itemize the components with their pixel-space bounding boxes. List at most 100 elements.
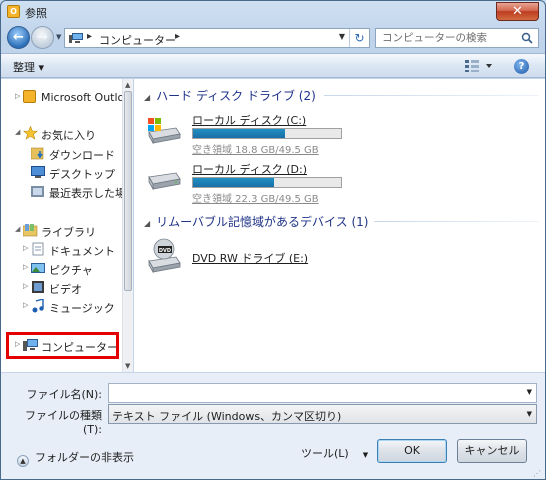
nav-item-documents[interactable]: ▷ ドキュメント bbox=[1, 240, 122, 259]
drive-c[interactable]: ローカル ディスク (C:) 空き領域 18.8 GB/49.5 GB bbox=[146, 112, 346, 156]
navigation-row: ← → ▼ ▸ コンピューター ▸ ▼ ↻ bbox=[1, 24, 545, 52]
breadcrumb-separator-trailing[interactable]: ▸ bbox=[175, 31, 180, 42]
videos-icon bbox=[32, 281, 44, 293]
expand-arrow-icon[interactable]: ▷ bbox=[23, 282, 28, 290]
recent-places-icon bbox=[31, 186, 44, 197]
nav-pane-scrollbar[interactable]: ▲ ▼ bbox=[122, 79, 133, 372]
organize-button[interactable]: 整理 ▾ bbox=[13, 59, 44, 75]
expand-arrow-icon[interactable]: ▷ bbox=[23, 301, 28, 309]
cancel-button[interactable]: キャンセル bbox=[457, 439, 527, 463]
breadcrumb-computer[interactable]: コンピューター bbox=[99, 32, 176, 48]
filetype-select[interactable]: テキスト ファイル (Windows、カンマ区切り) ▼ bbox=[108, 404, 537, 424]
drive-usage-bar bbox=[192, 128, 342, 139]
collapse-arrow-icon[interactable]: ◢ bbox=[144, 219, 150, 228]
collapse-arrow-icon[interactable]: ◢ bbox=[144, 93, 150, 102]
group-header-removable[interactable]: ◢ リムーバブル記憶域があるデバイス (1) bbox=[144, 213, 369, 230]
hide-folders-label: フォルダーの非表示 bbox=[35, 451, 134, 464]
nav-item-libraries[interactable]: ◢ ライブラリ bbox=[1, 221, 122, 240]
title-bar: O 参照 ✕ bbox=[1, 1, 545, 23]
drive-dvd[interactable]: DVD DVD RW ドライブ (E:) bbox=[146, 237, 346, 279]
dropdown-arrow-icon[interactable]: ▼ bbox=[527, 410, 532, 418]
nav-item-label: ダウンロード bbox=[49, 149, 115, 162]
collapse-arrow-icon[interactable]: ◢ bbox=[15, 128, 20, 136]
outlook-app-icon: O bbox=[7, 5, 20, 18]
search-icon bbox=[521, 32, 533, 44]
filetype-label: ファイルの種類(T): bbox=[25, 409, 102, 436]
nav-item-videos[interactable]: ▷ ビデオ bbox=[1, 278, 122, 297]
drive-usage-bar bbox=[192, 177, 342, 188]
browse-dialog: O 参照 ✕ ← → ▼ ▸ コンピューター ▸ ▼ ↻ 整理 ▾ bbox=[0, 0, 546, 480]
filename-label: ファイル名(N): bbox=[26, 388, 102, 401]
close-button[interactable]: ✕ bbox=[496, 2, 539, 21]
drive-usage-fill bbox=[193, 178, 275, 187]
drive-usage-fill bbox=[193, 129, 285, 138]
nav-item-downloads[interactable]: ダウンロード bbox=[1, 144, 122, 163]
filename-input[interactable] bbox=[112, 386, 517, 400]
group-divider bbox=[374, 221, 539, 222]
scroll-up-icon[interactable]: ▲ bbox=[125, 81, 130, 89]
svg-text:DVD: DVD bbox=[159, 248, 171, 254]
help-icon[interactable]: ? bbox=[514, 59, 529, 74]
music-icon bbox=[32, 299, 44, 313]
breadcrumb-separator[interactable]: ▸ bbox=[87, 31, 92, 42]
ok-button[interactable]: OK bbox=[377, 439, 447, 463]
documents-icon bbox=[32, 242, 44, 256]
nav-item-favorites[interactable]: ◢ お気に入り bbox=[1, 124, 122, 143]
drive-d[interactable]: ローカル ディスク (D:) 空き領域 22.3 GB/49.5 GB bbox=[146, 161, 346, 205]
group-header-hard-drives[interactable]: ◢ ハード ディスク ドライブ (2) bbox=[144, 87, 316, 104]
drive-name: ローカル ディスク (C:) bbox=[192, 114, 307, 127]
expand-arrow-icon[interactable]: ▷ bbox=[23, 244, 28, 252]
address-bar[interactable]: ▸ コンピューター ▸ ▼ ↻ bbox=[64, 28, 370, 48]
recent-pages-dropdown-icon[interactable]: ▼ bbox=[56, 33, 61, 41]
nav-item-outlook[interactable]: ▷ Microsoft Outlook bbox=[1, 88, 122, 107]
drive-name: ローカル ディスク (D:) bbox=[192, 163, 307, 176]
search-input[interactable] bbox=[382, 31, 512, 45]
nav-item-recent-places[interactable]: 最近表示した場所 bbox=[1, 182, 122, 201]
highlight-box bbox=[6, 332, 119, 359]
nav-item-pictures[interactable]: ▷ ピクチャ bbox=[1, 259, 122, 278]
download-folder-icon bbox=[31, 147, 44, 160]
nav-item-label: ビデオ bbox=[49, 283, 82, 296]
desktop-icon bbox=[31, 166, 45, 178]
nav-item-label: Microsoft Outlook bbox=[41, 91, 122, 104]
drive-free-space: 空き領域 22.3 GB/49.5 GB bbox=[192, 194, 319, 205]
nav-item-desktop[interactable]: デスクトップ bbox=[1, 163, 122, 182]
search-box[interactable] bbox=[375, 28, 539, 48]
view-options-icon[interactable] bbox=[464, 59, 494, 73]
hide-folders-button[interactable]: ▲ フォルダーの非表示 bbox=[17, 449, 134, 467]
address-dropdown-icon[interactable]: ▼ bbox=[339, 32, 345, 41]
nav-item-label: ドキュメント bbox=[49, 245, 115, 258]
nav-item-label: 最近表示した場所 bbox=[49, 187, 122, 200]
back-button[interactable]: ← bbox=[7, 26, 30, 49]
drive-name: DVD RW ドライブ (E:) bbox=[192, 252, 309, 265]
group-header-label: ハード ディスク ドライブ (2) bbox=[156, 89, 316, 103]
dvd-drive-icon: DVD bbox=[148, 238, 181, 273]
group-header-label: リムーバブル記憶域があるデバイス (1) bbox=[156, 215, 369, 229]
content-pane: ◢ ハード ディスク ドライブ (2) ローカル ディスク (C:) 空き領域 1… bbox=[134, 79, 545, 372]
scroll-down-icon[interactable]: ▼ bbox=[125, 362, 130, 370]
expand-arrow-icon[interactable]: ▷ bbox=[23, 263, 28, 271]
hard-drive-icon bbox=[148, 172, 181, 191]
filename-combobox[interactable]: ▼ bbox=[108, 383, 537, 403]
nav-item-music[interactable]: ▷ ミュージック bbox=[1, 297, 122, 316]
file-form: ファイル名(N): ▼ ファイルの種類(T): テキスト ファイル (Windo… bbox=[1, 372, 545, 479]
drive-free-space: 空き領域 18.8 GB/49.5 GB bbox=[192, 145, 319, 156]
nav-item-label: デスクトップ bbox=[49, 168, 115, 181]
collapse-arrow-icon[interactable]: ◢ bbox=[15, 225, 20, 233]
tools-label: ツール(L) bbox=[301, 447, 349, 460]
hard-drive-windows-icon bbox=[148, 118, 181, 145]
nav-item-label: ミュージック bbox=[49, 302, 115, 315]
scrollbar-thumb[interactable] bbox=[124, 91, 132, 291]
resize-grip-icon[interactable]: ⋰ bbox=[533, 469, 543, 479]
toolbar: 整理 ▾ ? bbox=[1, 53, 545, 78]
dropdown-arrow-icon[interactable]: ▼ bbox=[527, 388, 532, 396]
nav-item-label: お気に入り bbox=[41, 129, 96, 142]
outlook-icon bbox=[23, 90, 36, 103]
refresh-icon[interactable]: ↻ bbox=[349, 29, 369, 47]
expand-arrow-icon[interactable]: ▷ bbox=[15, 92, 20, 100]
forward-button[interactable]: → bbox=[31, 26, 54, 49]
star-icon bbox=[23, 126, 38, 140]
nav-item-label: ピクチャ bbox=[49, 264, 93, 277]
library-icon bbox=[23, 224, 38, 237]
tools-menu-button[interactable]: ツール(L) ▼ bbox=[301, 445, 368, 461]
